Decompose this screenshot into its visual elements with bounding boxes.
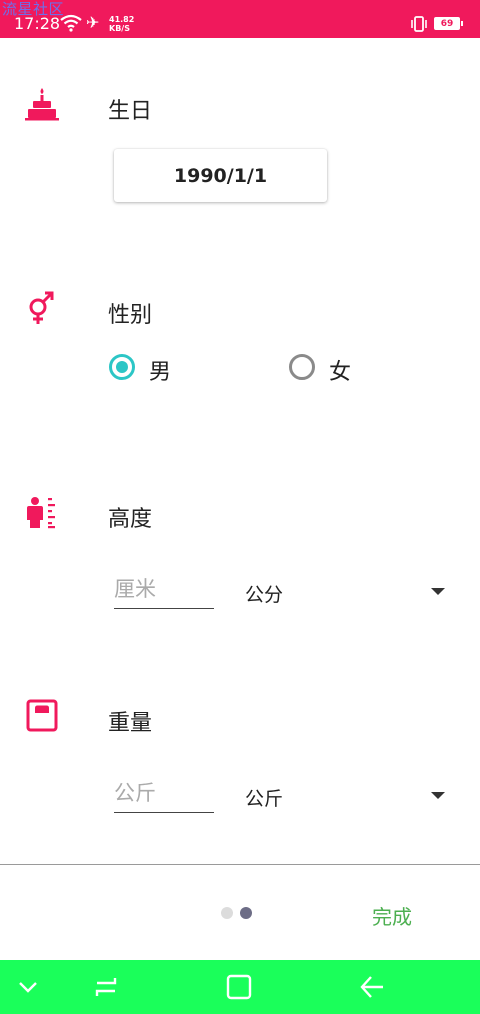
gender-female-label[interactable]: 女 [329,354,351,386]
height-label: 高度 [108,507,153,532]
birthday-label: 生日 [108,99,153,124]
status-bar: 流星社区 17:28 ✈ 41.82 KB/S 69 [0,0,480,38]
birthday-value: 1990/1/1 [173,164,268,187]
wifi-icon [60,14,82,36]
collapse-chevron-icon[interactable] [8,960,48,1014]
navigation-bar [0,960,480,1014]
back-arrow-icon[interactable] [352,960,392,1014]
gender-icon [24,290,60,330]
weight-unit-select[interactable]: 公斤 [245,784,283,811]
network-speed: 41.82 KB/S [109,15,135,33]
scale-icon [24,698,60,738]
height-measure-icon [24,495,60,535]
status-time: 17:28 [14,14,61,33]
cake-icon [24,86,60,126]
height-input[interactable]: 厘米 [114,573,214,609]
menu-icon[interactable] [86,960,126,1014]
gender-male-radio[interactable] [109,354,135,380]
height-unit-select[interactable]: 公分 [245,580,283,607]
weight-input[interactable]: 公斤 [114,777,214,813]
weight-label: 重量 [108,711,153,736]
airplane-icon: ✈ [86,13,100,32]
footer-divider [0,864,480,865]
gender-label: 性别 [108,303,153,328]
weight-unit-dropdown-icon[interactable] [431,792,445,799]
birthday-date-picker[interactable]: 1990/1/1 [114,149,327,202]
page-indicator-dot-2 [240,907,252,919]
gender-female-radio[interactable] [289,354,315,380]
battery-icon: 69 [434,17,463,30]
done-button[interactable]: 完成 [372,901,412,930]
page-indicator-dot-1 [221,907,233,919]
home-square-icon[interactable] [219,960,259,1014]
vibrate-icon [410,15,428,37]
gender-male-label[interactable]: 男 [149,354,171,386]
height-unit-dropdown-icon[interactable] [431,588,445,595]
